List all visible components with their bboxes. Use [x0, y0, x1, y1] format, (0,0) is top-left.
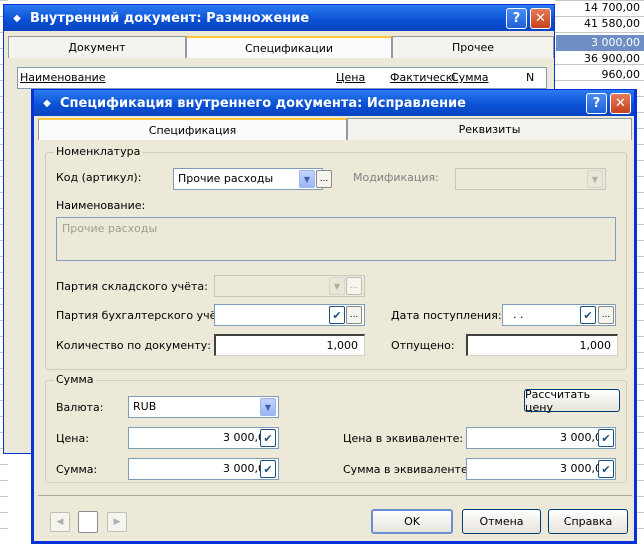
warehouse-batch-label: Партия складского учёта: — [56, 280, 208, 293]
document-icon: ◆ — [43, 97, 51, 109]
tab-specifications[interactable]: Спецификации — [186, 36, 392, 58]
check-icon[interactable]: ✔ — [260, 429, 276, 447]
chevron-down-icon[interactable]: ▼ — [299, 170, 315, 188]
column-header[interactable]: Цена — [336, 71, 365, 85]
calendar-button[interactable]: ... — [598, 306, 614, 324]
tab-specification[interactable]: Спецификация — [38, 118, 347, 140]
currency-label: Валюта: — [56, 401, 104, 414]
check-icon[interactable]: ✔ — [598, 460, 614, 478]
tab-requisites[interactable]: Реквизиты — [347, 118, 632, 140]
amount-label: Сумма: — [56, 463, 98, 476]
sheet-cell[interactable]: 41 580,00 — [556, 16, 644, 32]
name-field[interactable]: Прочие расходы — [56, 217, 616, 261]
column-header[interactable]: N — [526, 71, 534, 85]
column-header[interactable]: Фактическі — [390, 71, 455, 85]
check-icon[interactable]: ✔ — [260, 460, 276, 478]
price-equiv-field[interactable]: 3 000,00 — [466, 427, 616, 449]
new-document-icon[interactable] — [78, 511, 98, 533]
price-field[interactable]: 3 000,00 — [128, 427, 279, 449]
close-icon[interactable]: ✕ — [610, 93, 631, 114]
dialog-titlebar: ◆ Спецификация внутреннего документа: Ис… — [34, 90, 634, 116]
modification-field[interactable] — [455, 168, 606, 190]
sum-group: Сумма Валюта: RUB ▼ Рассчитать цену Цена… — [45, 373, 627, 483]
check-icon[interactable]: ✔ — [580, 306, 596, 324]
amount-field[interactable]: 3 000,00 — [128, 458, 279, 480]
chevron-down-icon[interactable]: ▼ — [587, 170, 603, 188]
code-select-button[interactable]: ... — [316, 170, 332, 188]
released-label: Отпущено: — [391, 339, 455, 352]
warehouse-batch-select-button[interactable]: ... — [346, 277, 362, 295]
calculate-price-button[interactable]: Рассчитать цену — [524, 388, 620, 414]
divider — [38, 495, 632, 496]
back-window-titlebar: ◆ Внутренний документ: Размножение ? ✕ — [4, 5, 554, 31]
next-icon[interactable]: ▶ — [107, 512, 127, 532]
price-equiv-label: Цена в эквиваленте: — [343, 432, 464, 445]
price-label: Цена: — [56, 432, 89, 445]
amount-equiv-field[interactable]: 3 000,00 — [466, 458, 616, 480]
spec-dialog: ◆ Спецификация внутреннего документа: Ис… — [31, 89, 637, 544]
currency-field[interactable]: RUB — [128, 396, 279, 418]
dialog-title: Спецификация внутреннего документа: Испр… — [60, 95, 466, 111]
check-icon[interactable]: ✔ — [598, 429, 614, 447]
tab-document[interactable]: Документ — [8, 36, 186, 58]
nomenclature-group-label: Номенклатура — [54, 145, 143, 158]
sheet-cell[interactable]: 14 700,00 — [556, 0, 644, 16]
spec-table: Наименование Цена Фактическі Сумма N — [17, 67, 547, 89]
accounting-batch-label: Партия бухгалтерского учёта: — [56, 309, 234, 322]
tab-other[interactable]: Прочее — [392, 36, 554, 58]
chevron-down-icon[interactable]: ▼ — [260, 398, 276, 416]
sheet-cell[interactable]: 36 900,00 — [556, 51, 644, 67]
accounting-batch-select-button[interactable]: ... — [346, 306, 362, 324]
modification-label: Модификация: — [353, 171, 439, 184]
help-icon[interactable]: ? — [586, 93, 607, 114]
sum-group-label: Сумма — [54, 373, 96, 386]
close-icon[interactable]: ✕ — [530, 8, 551, 29]
receipt-date-label: Дата поступления: — [391, 309, 502, 322]
sheet-cell[interactable]: 960,00 — [556, 67, 644, 83]
released-field[interactable]: 1,000 — [466, 334, 618, 356]
help-icon[interactable]: ? — [506, 8, 527, 29]
help-button[interactable]: Справка — [548, 509, 628, 534]
code-label: Код (артикул): — [56, 171, 142, 184]
check-icon[interactable]: ✔ — [329, 306, 345, 324]
column-header[interactable]: Наименование — [20, 71, 105, 85]
back-window-title: Внутренний документ: Размножение — [30, 10, 310, 26]
sheet-cell-selected[interactable]: 3 000,00 — [556, 35, 644, 51]
ok-button[interactable]: OK — [371, 509, 453, 534]
nomenclature-group: Номенклатура Код (артикул): Прочие расхо… — [45, 145, 627, 370]
column-header[interactable]: Сумма — [451, 71, 489, 85]
prev-icon[interactable]: ◀ — [50, 512, 70, 532]
cancel-button[interactable]: Отмена — [462, 509, 541, 534]
name-label: Наименование: — [56, 199, 146, 212]
quantity-field[interactable]: 1,000 — [214, 334, 365, 356]
chevron-down-icon[interactable]: ▼ — [329, 277, 345, 295]
document-icon: ◆ — [13, 12, 21, 24]
quantity-label: Количество по документу: — [56, 339, 211, 352]
amount-equiv-label: Сумма в эквиваленте: — [343, 463, 472, 476]
